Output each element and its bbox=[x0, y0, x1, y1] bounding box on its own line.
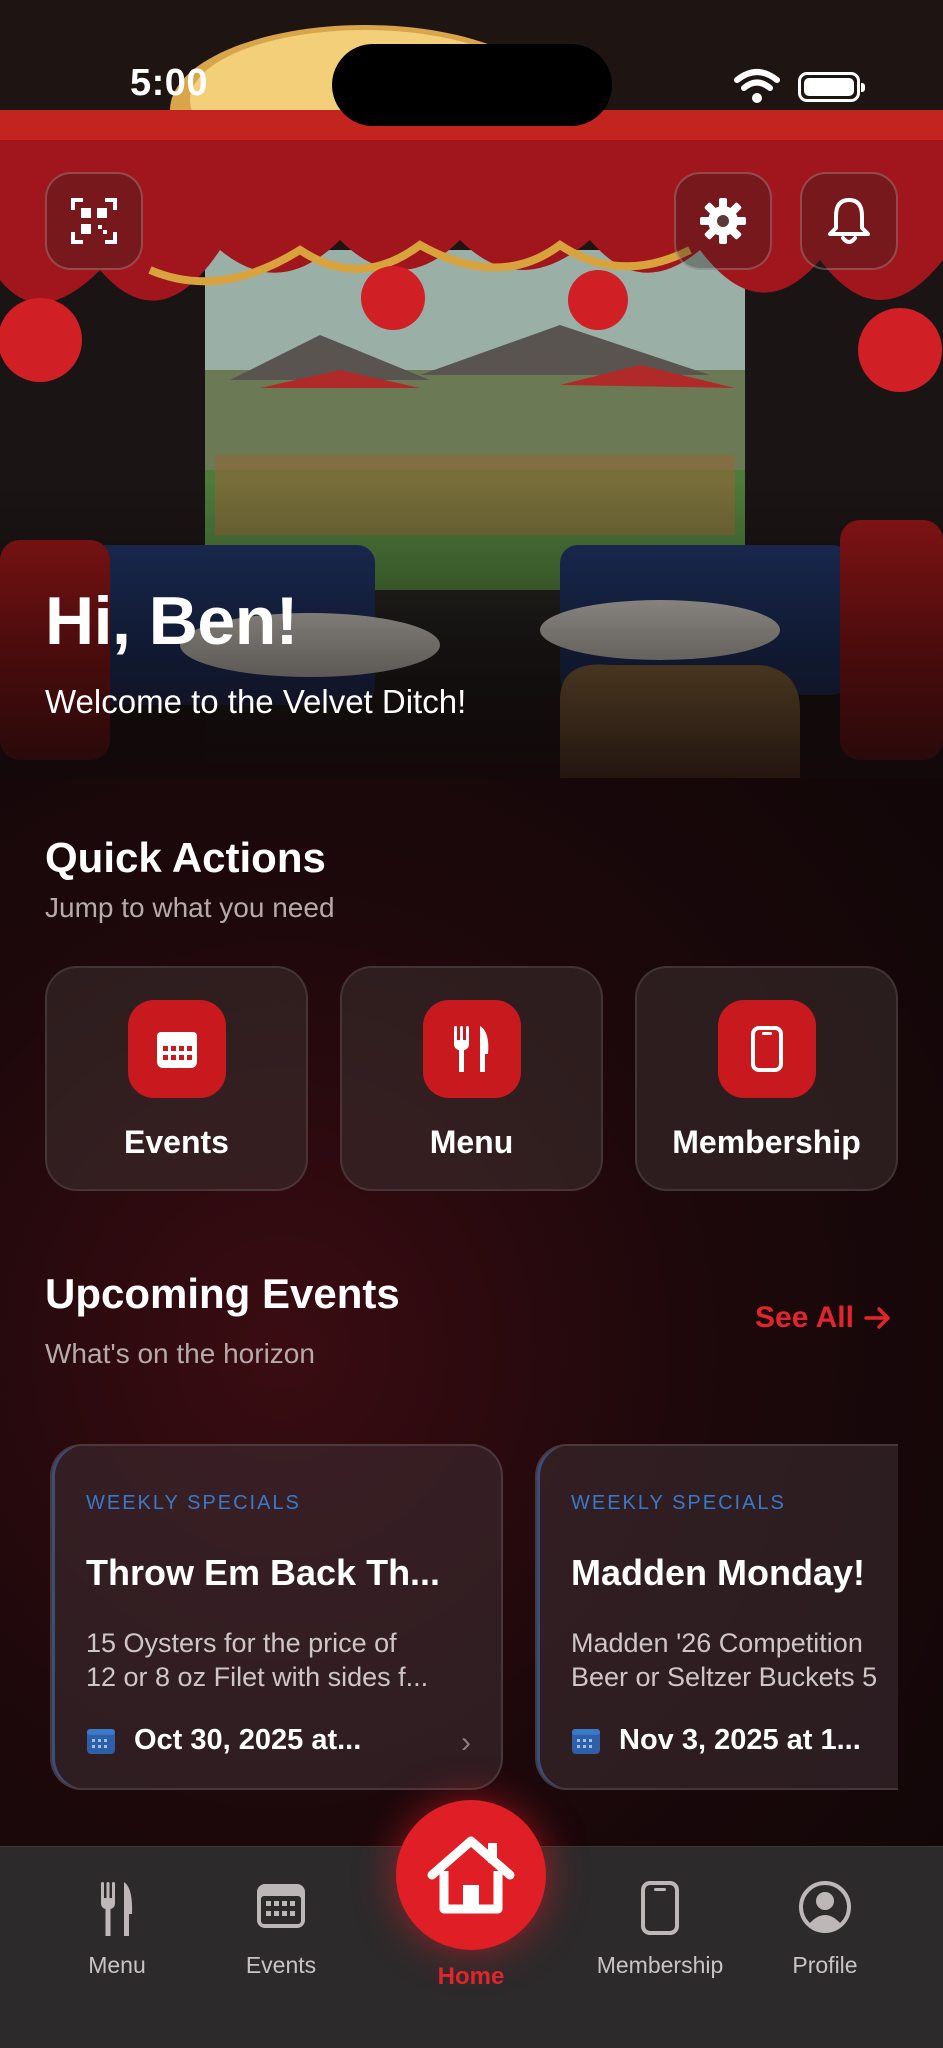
event-description-line: 12 or 8 oz Filet with sides f... bbox=[86, 1662, 429, 1692]
tab-home[interactable] bbox=[396, 1800, 546, 1950]
event-description-line: 15 Oysters for the price of bbox=[86, 1628, 397, 1658]
greeting-heading: Hi, Ben! bbox=[45, 583, 298, 659]
qr-scan-button[interactable] bbox=[45, 172, 143, 270]
event-title: Madden Monday! bbox=[571, 1552, 865, 1593]
calendar-icon bbox=[572, 1728, 600, 1754]
settings-button[interactable] bbox=[674, 172, 772, 270]
quick-action-label: Membership bbox=[672, 1124, 861, 1160]
quick-action-events[interactable]: Events bbox=[45, 966, 308, 1191]
quick-actions-title: Quick Actions bbox=[45, 834, 326, 881]
event-description: Madden '26 Competition Beer or Seltzer B… bbox=[571, 1626, 877, 1694]
tab-label: Membership bbox=[596, 1952, 724, 1978]
welcome-text: Welcome to the Velvet Ditch! bbox=[45, 683, 467, 720]
membership-action-icon-box bbox=[717, 1000, 816, 1098]
upcoming-events-subtitle: What's on the horizon bbox=[45, 1338, 315, 1369]
quick-action-membership[interactable]: Membership bbox=[635, 966, 898, 1191]
event-description-line: Madden '26 Competition bbox=[571, 1628, 863, 1658]
arrow-right-icon bbox=[864, 1307, 890, 1329]
phone-card-icon bbox=[750, 1026, 783, 1072]
house-icon bbox=[427, 1836, 515, 1914]
upcoming-events-title: Upcoming Events bbox=[45, 1270, 400, 1317]
chevron-right-icon: › bbox=[461, 1726, 471, 1759]
event-date: Oct 30, 2025 at... bbox=[134, 1724, 362, 1756]
wifi-icon bbox=[734, 69, 780, 103]
tab-menu[interactable]: Menu bbox=[37, 1880, 197, 1979]
calendar-icon bbox=[257, 1884, 305, 1928]
menu-action-icon-box bbox=[422, 1000, 521, 1098]
bell-icon bbox=[828, 198, 870, 244]
tab-events[interactable]: Events bbox=[201, 1880, 361, 1979]
tab-label: Events bbox=[245, 1952, 317, 1978]
tab-membership[interactable]: Membership bbox=[580, 1880, 740, 1979]
quick-action-menu[interactable]: Menu bbox=[340, 966, 603, 1191]
event-category: WEEKLY SPECIALS bbox=[86, 1492, 301, 1514]
notifications-button[interactable] bbox=[800, 172, 898, 270]
event-category: WEEKLY SPECIALS bbox=[571, 1492, 786, 1514]
phone-card-icon bbox=[641, 1881, 679, 1935]
event-description: 15 Oysters for the price of 12 or 8 oz F… bbox=[86, 1626, 428, 1694]
profile-icon bbox=[799, 1881, 851, 1933]
status-time: 5:00 bbox=[130, 62, 209, 104]
quick-action-label: Events bbox=[124, 1124, 229, 1160]
qr-code-icon bbox=[71, 198, 117, 244]
quick-action-label: Menu bbox=[429, 1124, 514, 1160]
see-all-label: See All bbox=[755, 1301, 854, 1334]
tab-label: Menu bbox=[88, 1952, 146, 1978]
event-date-row: Nov 3, 2025 at 1... bbox=[571, 1724, 861, 1757]
events-action-icon-box bbox=[127, 1000, 226, 1098]
event-date: Nov 3, 2025 at 1... bbox=[619, 1724, 861, 1756]
see-all-link[interactable]: See All bbox=[755, 1301, 892, 1335]
fork-knife-icon bbox=[453, 1026, 488, 1072]
dynamic-island bbox=[332, 44, 612, 126]
tab-label: Profile bbox=[792, 1952, 858, 1978]
event-title: Throw Em Back Th... bbox=[86, 1552, 441, 1593]
calendar-icon bbox=[156, 1032, 197, 1068]
event-card[interactable]: WEEKLY SPECIALS Throw Em Back Th... 15 O… bbox=[50, 1444, 503, 1790]
event-card[interactable]: WEEKLY SPECIALS Madden Monday! Madden '2… bbox=[535, 1444, 898, 1790]
battery-icon bbox=[798, 72, 865, 102]
tab-label-home: Home bbox=[437, 1963, 505, 1990]
calendar-icon bbox=[87, 1728, 115, 1754]
tab-profile[interactable]: Profile bbox=[745, 1880, 905, 1979]
events-carousel[interactable]: WEEKLY SPECIALS Throw Em Back Th... 15 O… bbox=[45, 1444, 898, 1792]
fork-knife-icon bbox=[101, 1882, 133, 1936]
event-description-line: Beer or Seltzer Buckets 5 bbox=[571, 1662, 878, 1692]
quick-actions-subtitle: Jump to what you need bbox=[45, 892, 335, 923]
event-date-row: Oct 30, 2025 at... bbox=[86, 1724, 361, 1757]
gear-icon bbox=[700, 198, 746, 244]
